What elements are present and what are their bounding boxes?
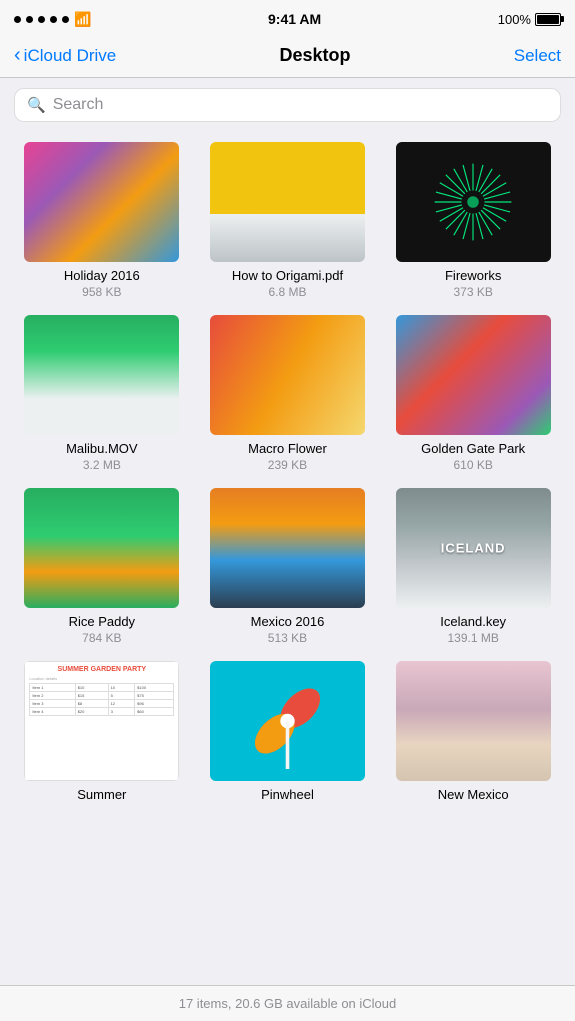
file-size: 239 KB [268, 458, 307, 472]
file-thumbnail [210, 142, 365, 262]
file-item[interactable]: Holiday 2016 958 KB [14, 142, 190, 299]
iceland-text: ICELAND [441, 540, 506, 555]
file-thumbnail [210, 488, 365, 608]
file-size: 784 KB [82, 631, 121, 645]
file-thumbnail [396, 315, 551, 435]
file-thumb-container [210, 142, 365, 262]
file-size: 610 KB [453, 458, 492, 472]
footer-label: 17 items, 20.6 GB available on iCloud [179, 996, 397, 1011]
select-button[interactable]: Select [514, 46, 561, 66]
file-size: 958 KB [82, 285, 121, 299]
page-title: Desktop [280, 45, 351, 66]
file-thumb-container: ICELAND [396, 488, 551, 608]
file-thumbnail: ICELAND [396, 488, 551, 608]
file-thumbnail [24, 315, 179, 435]
file-thumbnail [210, 661, 365, 781]
file-thumbnail [396, 142, 551, 262]
file-item[interactable]: Mexico 2016 513 KB [200, 488, 376, 645]
file-thumb-container [210, 488, 365, 608]
file-thumbnail [396, 661, 551, 781]
file-thumb-container [24, 315, 179, 435]
file-size: 139.1 MB [447, 631, 498, 645]
file-name: Summer [77, 787, 126, 804]
status-bar: 📶 9:41 AM 100% [0, 0, 575, 36]
back-label: iCloud Drive [24, 46, 117, 66]
file-thumb-container [396, 315, 551, 435]
file-name: Holiday 2016 [64, 268, 140, 285]
file-thumbnail [24, 142, 179, 262]
file-name: Malibu.MOV [66, 441, 138, 458]
file-size: 513 KB [268, 631, 307, 645]
battery-icon [535, 13, 561, 26]
file-size: 373 KB [453, 285, 492, 299]
battery-area: 100% [498, 12, 561, 27]
file-name: Golden Gate Park [421, 441, 525, 458]
back-button[interactable]: ‹ iCloud Drive [14, 44, 116, 67]
signal-dot [26, 16, 33, 23]
file-item[interactable]: Golden Gate Park 610 KB [385, 315, 561, 472]
file-name: Fireworks [445, 268, 501, 285]
file-name: Iceland.key [440, 614, 506, 631]
signal-dot [38, 16, 45, 23]
file-item[interactable]: Malibu.MOV 3.2 MB [14, 315, 190, 472]
file-item[interactable]: Fireworks 373 KB [385, 142, 561, 299]
file-item[interactable]: Pinwheel [200, 661, 376, 804]
search-container: 🔍 Search [0, 78, 575, 132]
status-time: 9:41 AM [268, 11, 321, 27]
file-name: How to Origami.pdf [232, 268, 343, 285]
chevron-left-icon: ‹ [14, 44, 21, 67]
signal-dot [62, 16, 69, 23]
file-thumb-container [210, 315, 365, 435]
navigation-bar: ‹ iCloud Drive Desktop Select [0, 36, 575, 78]
file-item[interactable]: Rice Paddy 784 KB [14, 488, 190, 645]
file-thumb-container [396, 661, 551, 781]
wifi-icon: 📶 [74, 11, 91, 28]
file-thumb-container: SUMMER GARDEN PARTY Location details Ite… [24, 661, 179, 781]
file-item[interactable]: Macro Flower 239 KB [200, 315, 376, 472]
footer-bar: 17 items, 20.6 GB available on iCloud [0, 985, 575, 1021]
file-thumb-container [24, 142, 179, 262]
signal-area: 📶 [14, 11, 91, 28]
file-thumb-container [210, 661, 365, 781]
search-bar[interactable]: 🔍 Search [14, 88, 561, 122]
signal-dot [50, 16, 57, 23]
file-thumb-container [396, 142, 551, 262]
battery-percent: 100% [498, 12, 531, 27]
file-size: 6.8 MB [268, 285, 306, 299]
search-icon: 🔍 [27, 96, 46, 114]
files-grid: Holiday 2016 958 KB How to Origami.pdf 6… [0, 132, 575, 814]
file-item[interactable]: SUMMER GARDEN PARTY Location details Ite… [14, 661, 190, 804]
file-thumbnail: SUMMER GARDEN PARTY Location details Ite… [24, 661, 179, 781]
file-name: Mexico 2016 [251, 614, 325, 631]
file-name: New Mexico [438, 787, 509, 804]
file-name: Pinwheel [261, 787, 314, 804]
file-thumbnail [24, 488, 179, 608]
file-thumbnail [210, 315, 365, 435]
file-item[interactable]: New Mexico [385, 661, 561, 804]
file-item[interactable]: How to Origami.pdf 6.8 MB [200, 142, 376, 299]
file-thumb-container [24, 488, 179, 608]
signal-dot [14, 16, 21, 23]
search-placeholder: Search [53, 96, 104, 114]
file-size: 3.2 MB [83, 458, 121, 472]
file-item[interactable]: ICELAND Iceland.key 139.1 MB [385, 488, 561, 645]
file-name: Rice Paddy [69, 614, 135, 631]
file-name: Macro Flower [248, 441, 327, 458]
